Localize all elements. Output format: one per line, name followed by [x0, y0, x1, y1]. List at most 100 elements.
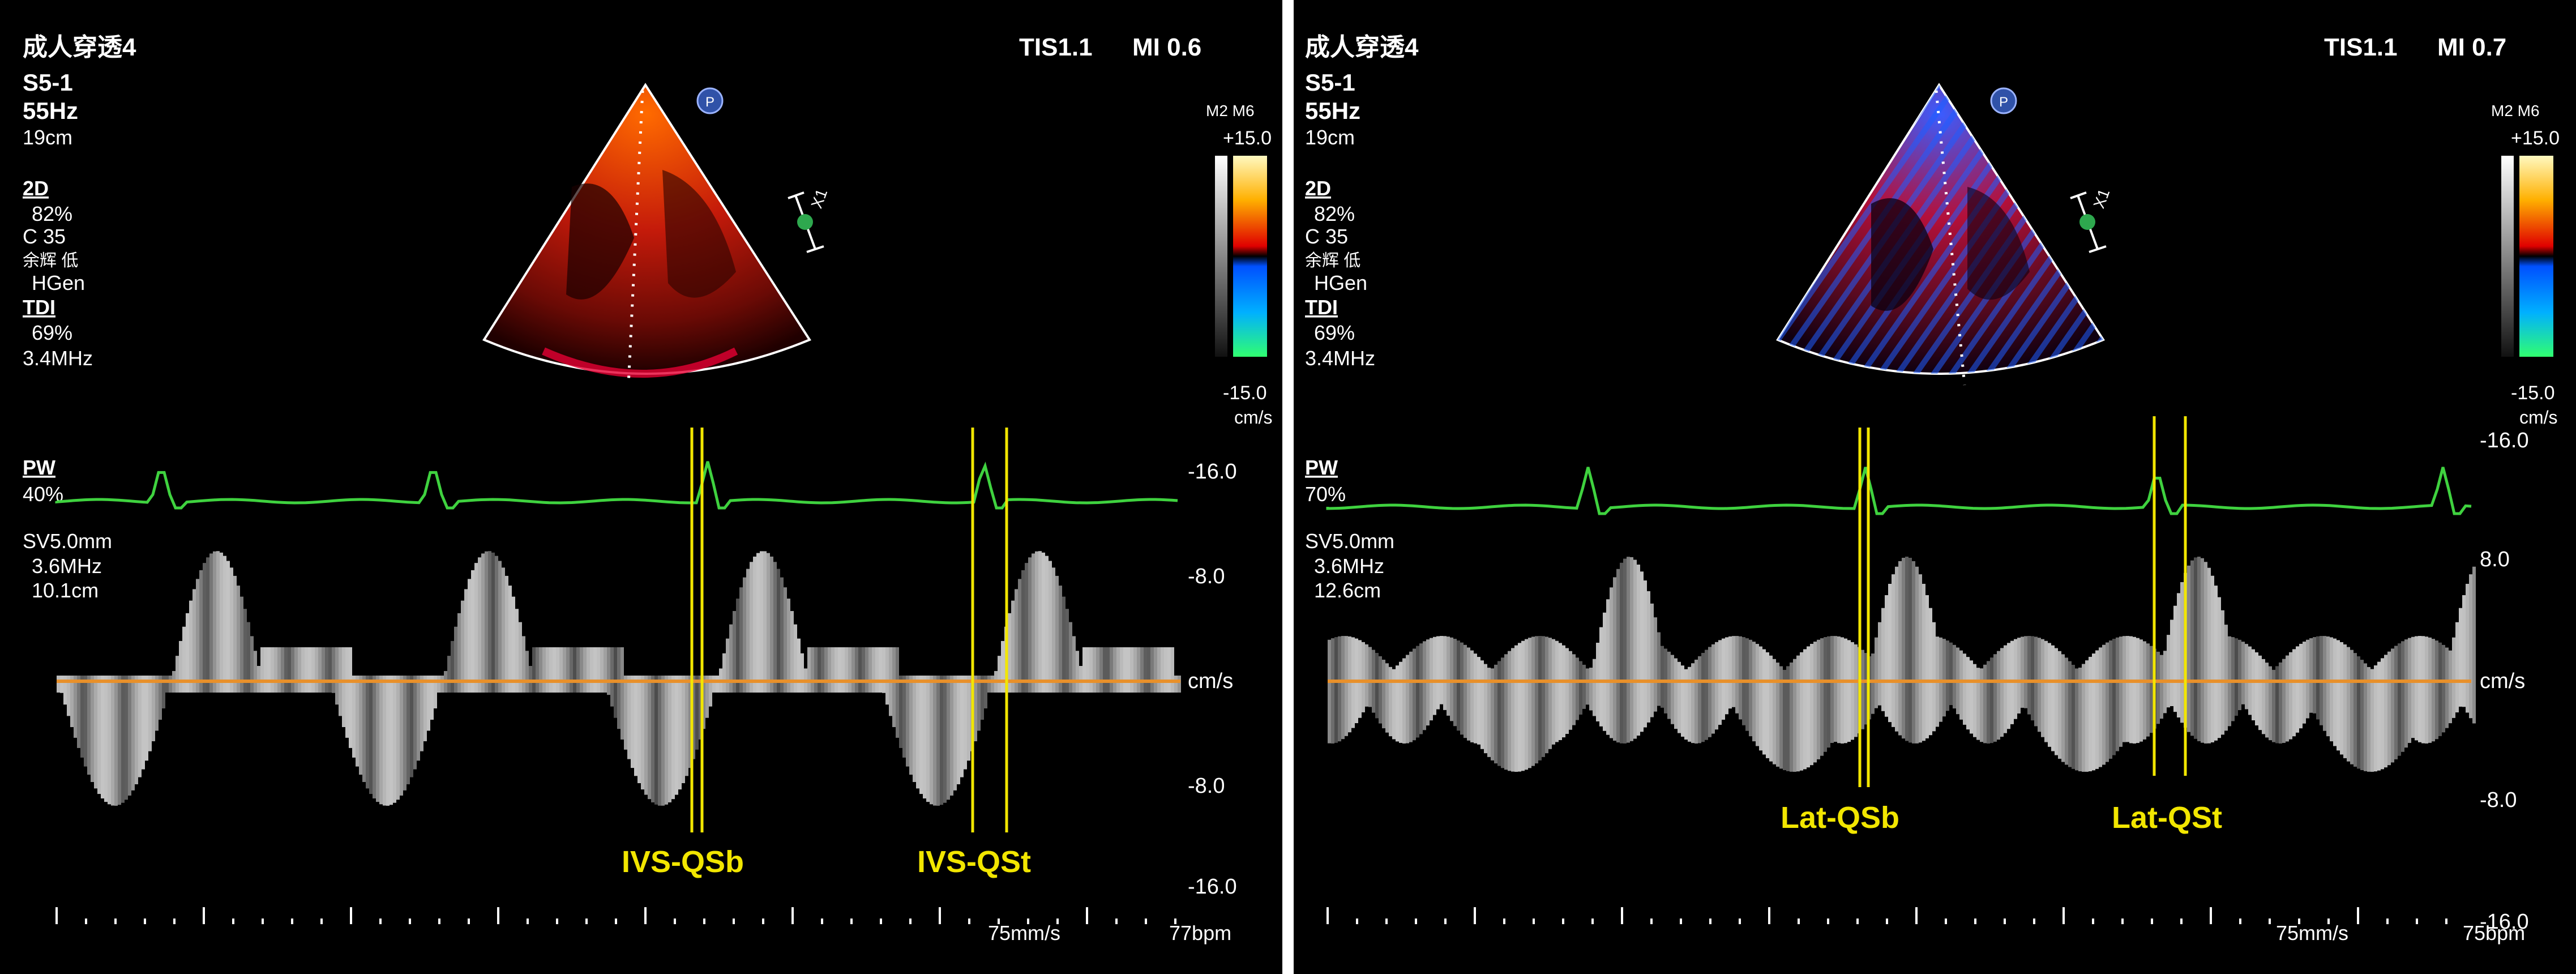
- spectrum-column: [644, 676, 648, 795]
- spectrum-column: [2129, 636, 2133, 744]
- spectrum-column: [386, 676, 390, 806]
- spectrum-column: [1834, 636, 1837, 742]
- spectrum-column: [209, 553, 213, 693]
- spectrum-column: [233, 575, 237, 693]
- spectrum-column: [1379, 656, 1382, 724]
- spectrum-column: [872, 647, 875, 693]
- spectrum-column: [101, 676, 104, 798]
- spectrum-column: [617, 647, 621, 729]
- spectrum-column: [1542, 636, 1545, 757]
- spectrum-column: [199, 570, 203, 693]
- spectrum-column: [743, 577, 746, 693]
- spectrum-column: [2296, 646, 2299, 733]
- spectrum-column: [1430, 638, 1433, 721]
- scale-marker-icon[interactable]: X1: [2070, 186, 2113, 253]
- scale-marker-icon[interactable]: X1: [788, 186, 831, 253]
- spectrum-column: [1650, 603, 1654, 717]
- spectrum-column: [403, 676, 406, 791]
- spectrum-column: [2109, 640, 2112, 759]
- spectrum-column: [621, 647, 624, 740]
- spectrum-column: [1627, 557, 1630, 743]
- spectrum-column: [631, 676, 634, 768]
- spectrum-column: [2425, 636, 2428, 744]
- spectrum-column: [2027, 636, 2031, 715]
- spectrum-column: [2201, 558, 2204, 743]
- spectrum-column: [777, 569, 780, 693]
- spectrum-column: [308, 647, 311, 693]
- spectrum-column: [383, 676, 386, 806]
- spectrum-column: [2231, 637, 2235, 721]
- spectrum-column: [1711, 644, 1715, 734]
- spectrum-column: [413, 676, 417, 770]
- spectrum-column: [1123, 647, 1127, 693]
- spectrum-column: [1803, 649, 1807, 770]
- spectrum-column: [930, 676, 933, 805]
- persist-label: 余辉 低: [23, 251, 78, 270]
- spectrum-column: [1671, 655, 1674, 724]
- spectrum-column: [2289, 652, 2292, 740]
- scale-top-label: +15.0: [1223, 127, 1272, 149]
- spectrum-column: [2044, 640, 2048, 742]
- spectrum-column: [1606, 599, 1610, 735]
- marker-label-2: Lat-QSt: [2112, 801, 2222, 835]
- spectrum-column: [2089, 656, 2092, 772]
- spectrum-column: [563, 647, 566, 693]
- spectrum-column: [1756, 644, 1759, 746]
- spectrum-column: [1110, 647, 1113, 693]
- spectrum-column: [1644, 580, 1647, 728]
- spectrum-column: [1042, 552, 1045, 693]
- spectrum-column: [1790, 662, 1793, 772]
- spectrum-column: [240, 596, 243, 693]
- spectrum-column: [335, 647, 339, 705]
- left-doppler-panel: 成人穿透4 TIS1.1 MI 0.6 S5-1 55Hz 19cm 2D 82…: [0, 0, 1282, 974]
- spectrum-column: [1837, 636, 1841, 744]
- spectrum-column: [950, 676, 953, 796]
- spectrum-column: [2323, 636, 2326, 731]
- velocity-axis: -16.0 8.0 cm/s -8.0 -16.0: [2480, 429, 2529, 934]
- spectrum-column: [651, 676, 654, 802]
- spectrum-column: [1348, 636, 1351, 733]
- spectrum-column: [953, 676, 957, 791]
- spectrum-column: [328, 647, 332, 693]
- spectrum-column: [390, 676, 393, 805]
- spectrum-column: [1049, 561, 1052, 693]
- spectrum-column: [909, 676, 913, 775]
- spectrum-column: [1508, 651, 1511, 771]
- spectrum-column: [2099, 647, 2102, 767]
- spectrum-column: [1959, 650, 1963, 720]
- scale-bottom-label: -15.0: [2511, 382, 2555, 404]
- spectrum-column: [1572, 654, 1576, 725]
- spectrum-column: [169, 676, 172, 693]
- spectrum-column: [1365, 644, 1368, 707]
- spectrum-column: [2024, 636, 2027, 708]
- spectrum-column: [267, 647, 271, 693]
- spectrum-column: [767, 553, 770, 693]
- spectrum-column: [559, 647, 563, 693]
- spectrum-column: [488, 551, 491, 693]
- spectrum-column: [220, 552, 223, 693]
- spectrum-column: [2354, 653, 2357, 767]
- spectrum-column: [264, 647, 267, 693]
- spectrum-column: [1328, 639, 1331, 744]
- spectrum-column: [2309, 638, 2313, 713]
- spectrum-column: [376, 676, 379, 802]
- spectrum-column: [818, 647, 821, 693]
- spectrum-column: [1358, 640, 1362, 718]
- mode-tdi-label: TDI: [23, 296, 55, 319]
- spectrum-column: [1178, 676, 1181, 693]
- spectrum-column: [468, 579, 471, 693]
- spectrum-column: [155, 676, 159, 731]
- spectrum-column: [923, 676, 926, 798]
- spectrum-column: [862, 647, 865, 693]
- spectrum-column: [542, 647, 546, 693]
- spectrum-column: [1440, 636, 1443, 704]
- spectrum-column: [882, 647, 885, 693]
- spectrum-column: [2173, 605, 2177, 712]
- spectrum-column: [1460, 642, 1464, 735]
- spectrum-column: [1494, 664, 1497, 764]
- spectrum-column: [379, 676, 383, 805]
- spectrum-column: [2459, 608, 2462, 707]
- spectrum-column: [1844, 638, 1847, 744]
- spectrum-column: [1028, 557, 1032, 693]
- spectrum-column: [60, 676, 63, 693]
